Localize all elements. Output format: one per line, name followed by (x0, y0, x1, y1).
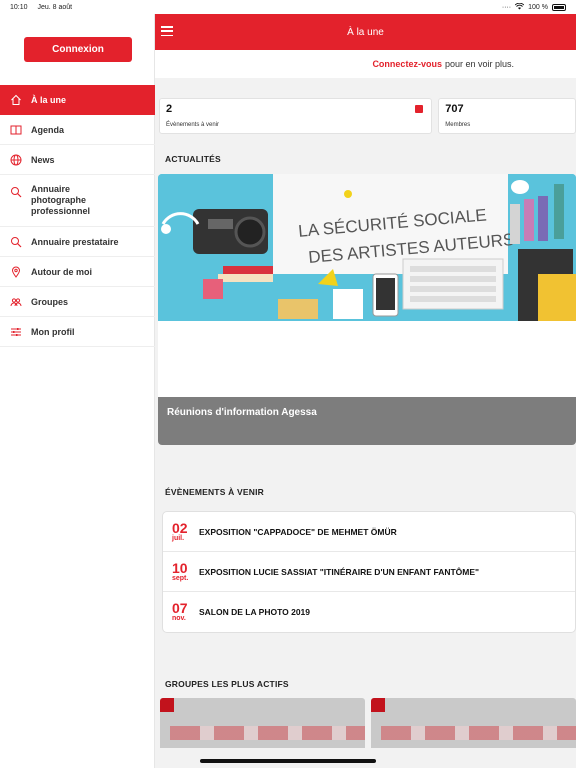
battery-icon (552, 3, 566, 11)
groups-section-title: GROUPES LES PLUS ACTIFS (165, 679, 289, 689)
top-bar: À la une (155, 14, 576, 50)
group-card[interactable] (371, 698, 576, 748)
globe-icon (9, 153, 22, 166)
event-day: 02 (172, 519, 188, 536)
sidebar-item-label: Agenda (31, 124, 65, 135)
sidebar-item-label: Annuaire photographe professionnel (31, 184, 91, 216)
sidebar-item-label: News (31, 154, 55, 165)
connect-link[interactable]: Connectez-vous (372, 59, 442, 69)
sidebar-item-agenda[interactable]: Agenda (0, 115, 155, 145)
signal-dots-icon: ···· (501, 3, 512, 11)
news-card[interactable]: LA SÉCURITÉ SOCIALE DES ARTISTES AUTEURS (158, 174, 576, 445)
stats-row: 2 Évènements à venir 707 Membres (155, 98, 576, 134)
calendar-icon (415, 105, 424, 113)
groups-row (160, 698, 576, 748)
search-icon (9, 235, 22, 248)
wifi-icon (514, 2, 525, 12)
search-icon (9, 185, 22, 198)
upcoming-events-stat[interactable]: 2 Évènements à venir (159, 98, 433, 134)
members-stat[interactable]: 707 Membres (438, 98, 576, 134)
event-month: sept. (172, 574, 189, 582)
news-caption: Réunions d'information Agessa (158, 397, 576, 445)
sidebar-item-label: Autour de moi (31, 266, 92, 277)
battery-percent: 100 % (528, 3, 548, 11)
event-item[interactable]: 10 sept. EXPOSITION LUCIE SASSIAT "ITINÉ… (163, 552, 575, 592)
stat-label: Évènements à venir (166, 122, 220, 128)
event-date: 02 juil. (172, 521, 197, 543)
sidebar-item-annuaire-photographe[interactable]: Annuaire photographe professionnel (0, 175, 155, 227)
main-content: À la une Connectez-vous pour en voir plu… (155, 14, 576, 768)
news-section-title: ACTUALITÉS (165, 154, 221, 164)
event-title: EXPOSITION "CAPPADOCE" DE MEHMET ÖMÜR (199, 526, 397, 537)
sidebar-menu: À la une Agenda News Annuaire photograph… (0, 85, 155, 347)
sidebar-item-label: À la une (31, 95, 67, 105)
news-image: LA SÉCURITÉ SOCIALE DES ARTISTES AUTEURS (158, 174, 576, 321)
sidebar-item-mon-profil[interactable]: Mon profil (0, 317, 155, 347)
sidebar-item-autour-de-moi[interactable]: Autour de moi (0, 257, 155, 287)
event-title: SALON DE LA PHOTO 2019 (199, 607, 310, 617)
stat-value: 2 (166, 103, 173, 115)
sidebar-item-label: Groupes (31, 296, 69, 307)
page-title: À la une (347, 26, 384, 38)
sidebar-item-label: Mon profil (31, 326, 75, 337)
stat-label: Membres (445, 122, 471, 128)
sidebar-item-news[interactable]: News (0, 145, 155, 175)
event-month: nov. (172, 615, 186, 622)
connect-prompt-text: pour en voir plus. (444, 59, 514, 69)
events-section-title: ÉVÈNEMENTS À VENIR (165, 487, 265, 497)
event-date: 10 sept. (172, 561, 197, 583)
sliders-icon (9, 325, 22, 338)
connect-prompt: Connectez-vous pour en voir plus. (155, 50, 576, 78)
status-time: 10:10 (10, 3, 28, 11)
event-day: 07 (172, 600, 188, 616)
sidebar-item-label: Annuaire prestataire (31, 236, 119, 247)
hamburger-menu-icon[interactable] (161, 25, 173, 37)
event-title: EXPOSITION LUCIE SASSIAT "ITINÉRAIRE D'U… (199, 566, 480, 577)
group-card[interactable] (160, 698, 365, 748)
event-month: juil. (172, 534, 185, 542)
news-illustration: LA SÉCURITÉ SOCIALE DES ARTISTES AUTEURS (158, 174, 576, 321)
sidebar: Connexion À la une Agenda News Annuaire … (0, 14, 155, 768)
event-item[interactable]: 07 nov. SALON DE LA PHOTO 2019 (163, 592, 575, 632)
event-item[interactable]: 02 juil. EXPOSITION "CAPPADOCE" DE MEHME… (163, 512, 575, 552)
location-pin-icon (9, 265, 22, 278)
event-date: 07 nov. (172, 601, 197, 623)
people-icon (9, 295, 22, 308)
status-bar: 10:10 Jeu. 8 août ···· 100 % (0, 0, 576, 14)
login-button[interactable]: Connexion (24, 37, 132, 62)
stat-value: 707 (445, 103, 464, 115)
sidebar-item-a-la-une[interactable]: À la une (0, 85, 155, 115)
status-date: Jeu. 8 août (37, 3, 73, 11)
home-icon (9, 94, 22, 107)
sidebar-item-annuaire-prestataire[interactable]: Annuaire prestataire (0, 227, 155, 257)
sidebar-item-groupes[interactable]: Groupes (0, 287, 155, 317)
book-icon (9, 123, 22, 136)
event-day: 10 (172, 559, 188, 576)
home-indicator[interactable] (200, 759, 376, 763)
events-list: 02 juil. EXPOSITION "CAPPADOCE" DE MEHME… (162, 511, 576, 633)
